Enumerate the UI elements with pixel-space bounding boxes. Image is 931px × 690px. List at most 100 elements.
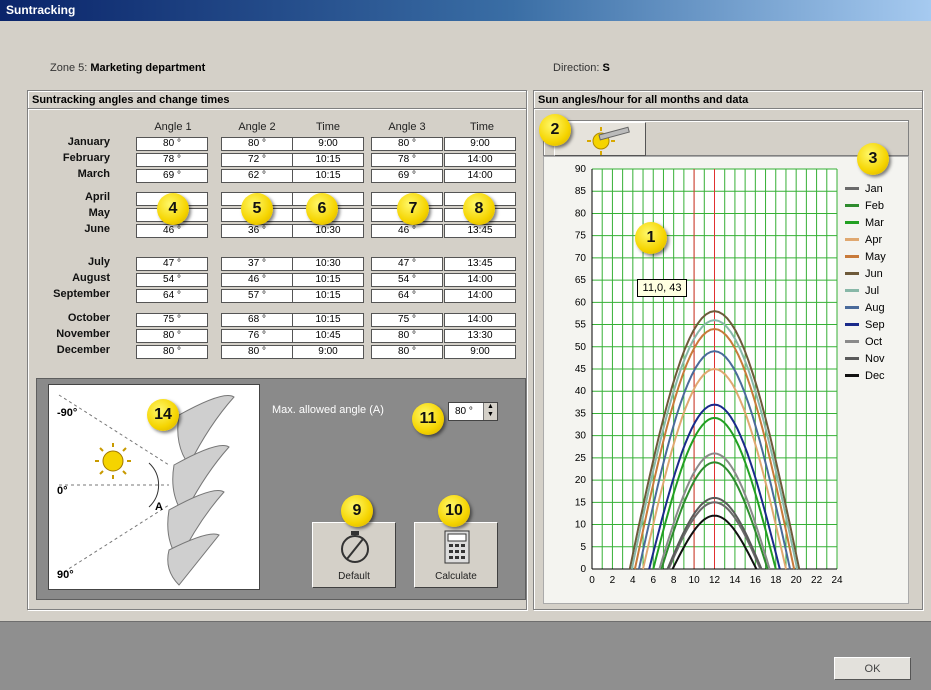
cell-time1[interactable]: 10:15 bbox=[292, 169, 364, 183]
legend-item[interactable]: Dec bbox=[845, 367, 886, 384]
cell-time1[interactable]: 10:45 bbox=[292, 329, 364, 343]
max-angle-spinner[interactable]: 80 ° ▲ ▼ bbox=[448, 402, 498, 421]
cell-time2[interactable]: 9:00 bbox=[444, 137, 516, 151]
legend-item[interactable]: May bbox=[845, 248, 886, 265]
cell-angle2[interactable]: 62 ° bbox=[221, 169, 293, 183]
legend-label: Jul bbox=[865, 284, 880, 297]
legend-label: May bbox=[865, 250, 886, 263]
ok-button[interactable]: OK bbox=[834, 657, 911, 680]
cell-angle3[interactable]: 69 ° bbox=[371, 169, 443, 183]
legend-swatch bbox=[845, 323, 859, 326]
suntracking-panel-title: Suntracking angles and change times bbox=[28, 91, 526, 109]
y-tick-label: 55 bbox=[575, 320, 587, 331]
cell-time2[interactable]: 9:00 bbox=[444, 345, 516, 359]
x-tick-label: 18 bbox=[770, 575, 782, 586]
cell-time1[interactable]: 10:15 bbox=[292, 289, 364, 303]
legend-item[interactable]: Aug bbox=[845, 299, 886, 316]
badge-4: 4 bbox=[157, 193, 189, 225]
cell-angle1[interactable]: 75 ° bbox=[136, 313, 208, 327]
legend-swatch bbox=[845, 306, 859, 309]
legend-label: Oct bbox=[865, 335, 883, 348]
cell-angle3[interactable]: 80 ° bbox=[371, 329, 443, 343]
legend-label: Mar bbox=[865, 216, 884, 229]
cell-angle2[interactable]: 76 ° bbox=[221, 329, 293, 343]
legend-label: Jun bbox=[865, 267, 883, 280]
month-label: April bbox=[84, 191, 110, 203]
default-button[interactable]: Default bbox=[312, 522, 396, 588]
cell-time1[interactable]: 10:15 bbox=[292, 153, 364, 167]
direction-label: Direction: S bbox=[553, 62, 610, 74]
cell-angle3[interactable]: 54 ° bbox=[371, 273, 443, 287]
cell-angle1[interactable]: 54 ° bbox=[136, 273, 208, 287]
legend-label: Apr bbox=[865, 233, 883, 246]
diagram-angle-label: A bbox=[155, 501, 163, 513]
cell-time2[interactable]: 13:30 bbox=[444, 329, 516, 343]
cell-angle3[interactable]: 80 ° bbox=[371, 345, 443, 359]
cell-angle3[interactable]: 78 ° bbox=[371, 153, 443, 167]
legend-item[interactable]: Feb bbox=[845, 197, 886, 214]
cell-time2[interactable]: 13:45 bbox=[444, 257, 516, 271]
spinner-buttons[interactable]: ▲ ▼ bbox=[483, 403, 497, 420]
cell-time1[interactable]: 10:15 bbox=[292, 313, 364, 327]
month-label: February bbox=[62, 152, 110, 164]
cell-time1[interactable]: 10:30 bbox=[292, 224, 364, 238]
cell-angle3[interactable]: 75 ° bbox=[371, 313, 443, 327]
legend-item[interactable]: Jun bbox=[845, 265, 886, 282]
cell-angle3[interactable]: 46 ° bbox=[371, 224, 443, 238]
cell-time2[interactable]: 14:00 bbox=[444, 313, 516, 327]
cell-angle1[interactable]: 80 ° bbox=[136, 137, 208, 151]
legend-item[interactable]: Sep bbox=[845, 316, 886, 333]
x-tick-label: 6 bbox=[650, 575, 656, 586]
calculate-button[interactable]: Calculate bbox=[414, 522, 498, 588]
cell-angle2[interactable]: 80 ° bbox=[221, 345, 293, 359]
cell-time1[interactable]: 10:15 bbox=[292, 273, 364, 287]
cell-angle2[interactable]: 37 ° bbox=[221, 257, 293, 271]
legend-swatch bbox=[845, 357, 859, 360]
cell-angle2[interactable]: 36 ° bbox=[221, 224, 293, 238]
cell-time2[interactable]: 14:00 bbox=[444, 289, 516, 303]
cell-time1[interactable]: 10:30 bbox=[292, 257, 364, 271]
y-tick-label: 25 bbox=[575, 453, 587, 464]
legend-item[interactable]: Jan bbox=[845, 180, 886, 197]
diagram-label-top: -90° bbox=[57, 407, 78, 419]
cell-angle2[interactable]: 80 ° bbox=[221, 137, 293, 151]
month-label: December bbox=[56, 344, 110, 356]
calculator-icon bbox=[444, 530, 470, 564]
cell-angle1[interactable]: 69 ° bbox=[136, 169, 208, 183]
cell-time2[interactable]: 14:00 bbox=[444, 169, 516, 183]
cell-time1[interactable]: 9:00 bbox=[292, 345, 364, 359]
cell-angle3[interactable]: 47 ° bbox=[371, 257, 443, 271]
cell-angle2[interactable]: 57 ° bbox=[221, 289, 293, 303]
sun-angles-panel-title: Sun angles/hour for all months and data bbox=[534, 91, 922, 109]
cell-angle1[interactable]: 47 ° bbox=[136, 257, 208, 271]
cell-angle1[interactable]: 64 ° bbox=[136, 289, 208, 303]
cell-angle2[interactable]: 68 ° bbox=[221, 313, 293, 327]
cell-angle1[interactable]: 78 ° bbox=[136, 153, 208, 167]
direction-value: S bbox=[602, 62, 610, 74]
legend-item[interactable]: Jul bbox=[845, 282, 886, 299]
y-tick-label: 10 bbox=[575, 520, 587, 531]
legend-item[interactable]: Apr bbox=[845, 231, 886, 248]
cell-angle3[interactable]: 80 ° bbox=[371, 137, 443, 151]
cell-angle1[interactable]: 80 ° bbox=[136, 345, 208, 359]
cell-angle2[interactable]: 72 ° bbox=[221, 153, 293, 167]
cell-time2[interactable]: 14:00 bbox=[444, 153, 516, 167]
cell-angle1[interactable]: 80 ° bbox=[136, 329, 208, 343]
y-tick-label: 40 bbox=[575, 386, 587, 397]
spin-up-icon[interactable]: ▲ bbox=[484, 403, 497, 411]
y-tick-label: 15 bbox=[575, 497, 587, 508]
legend-item[interactable]: Mar bbox=[845, 214, 886, 231]
legend-item[interactable]: Oct bbox=[845, 333, 886, 350]
x-tick-label: 20 bbox=[791, 575, 803, 586]
cell-angle2[interactable]: 46 ° bbox=[221, 273, 293, 287]
cell-angle3[interactable]: 64 ° bbox=[371, 289, 443, 303]
cell-time2[interactable]: 14:00 bbox=[444, 273, 516, 287]
spin-down-icon[interactable]: ▼ bbox=[484, 411, 497, 419]
cell-time2[interactable]: 13:45 bbox=[444, 224, 516, 238]
cell-time1[interactable]: 9:00 bbox=[292, 137, 364, 151]
chart-legend: Jan Feb Mar Apr May Jun Jul Aug Sep Oct Nov Dec bbox=[845, 180, 886, 384]
zone-prefix: Zone 5: bbox=[50, 62, 88, 74]
legend-item[interactable]: Nov bbox=[845, 350, 886, 367]
cell-angle1[interactable]: 46 ° bbox=[136, 224, 208, 238]
y-tick-label: 5 bbox=[580, 542, 586, 553]
